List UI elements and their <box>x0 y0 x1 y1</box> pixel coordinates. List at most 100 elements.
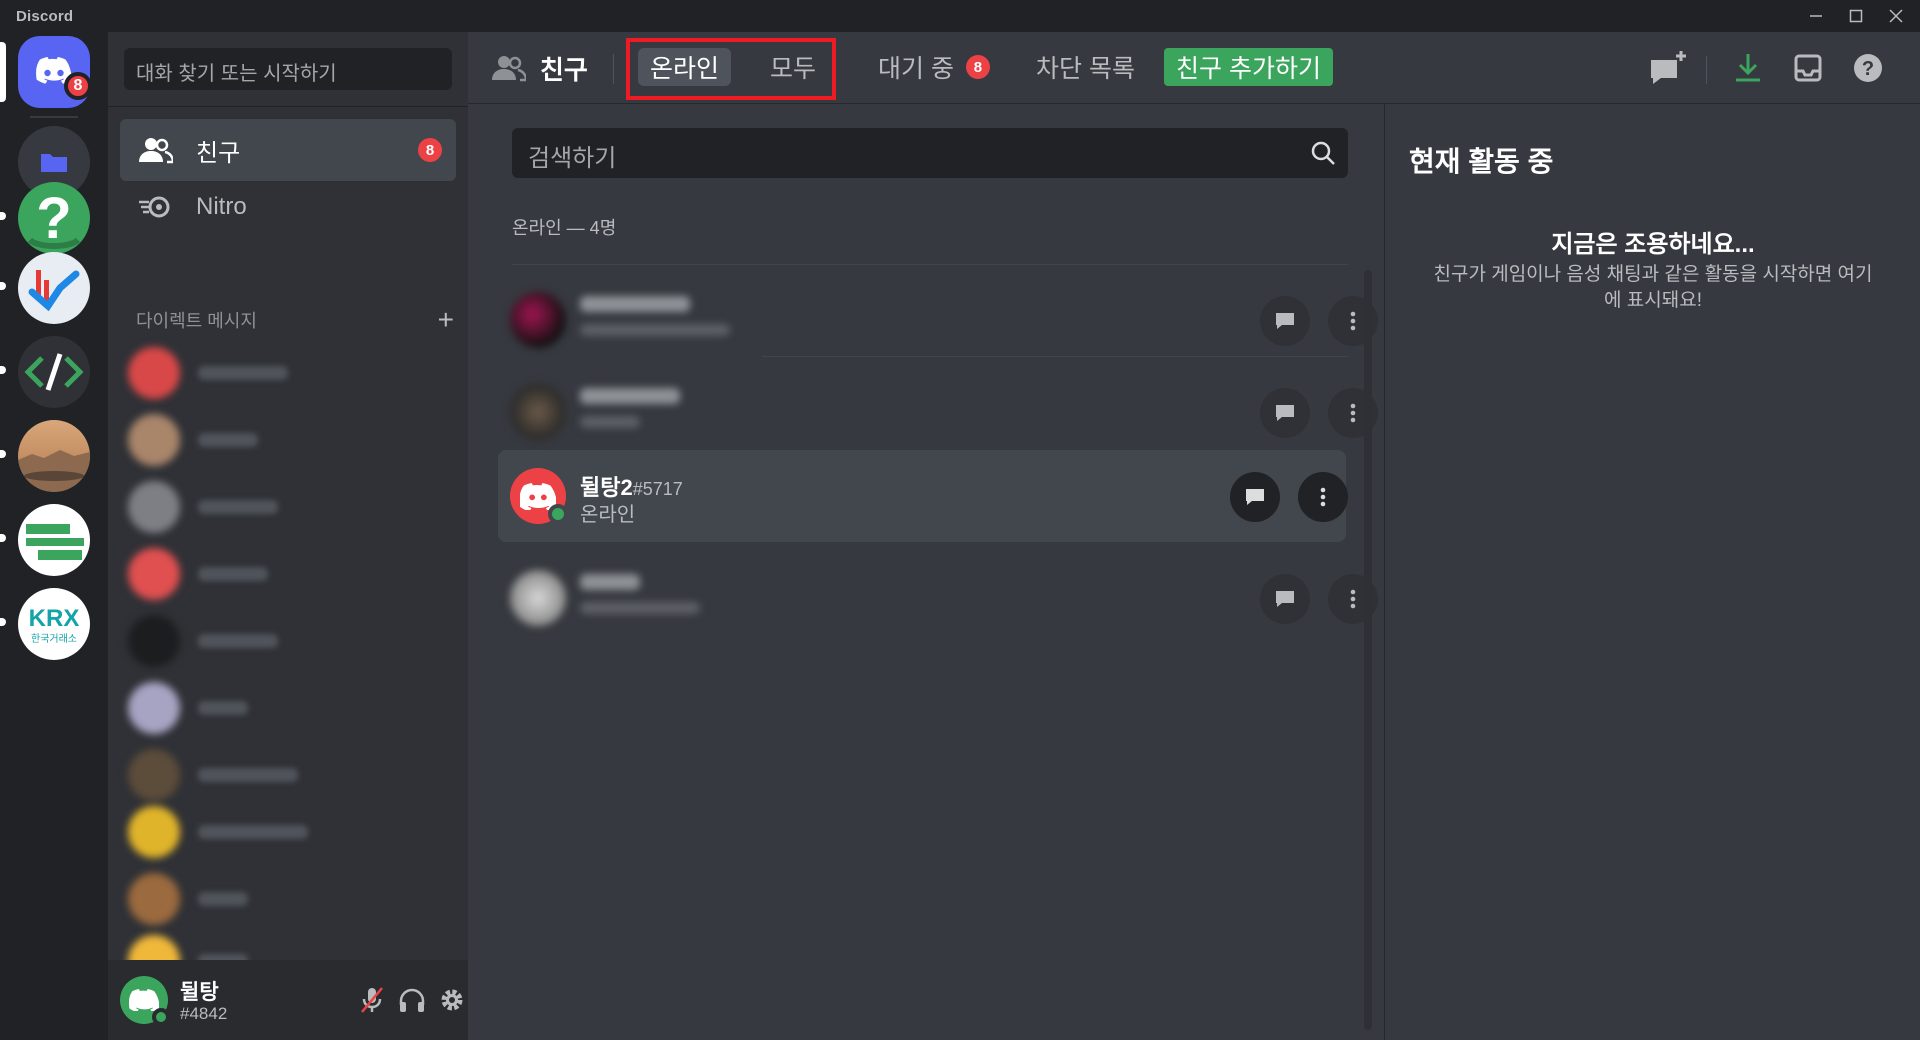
avatar <box>128 873 180 925</box>
more-options-icon[interactable] <box>1298 472 1348 522</box>
app-title: Discord <box>16 8 74 25</box>
dm-item[interactable] <box>128 870 448 928</box>
friend-username: 뒬탕2 <box>580 475 633 500</box>
dm-section-header: 다이렉트 메시지 + <box>136 304 454 336</box>
rail-divider <box>30 116 78 118</box>
server-rail: 8 ? KRX 한국거래소 <box>0 32 108 1040</box>
settings-gear-icon[interactable] <box>434 982 470 1018</box>
close-icon[interactable] <box>1884 6 1908 26</box>
active-now-panel: 현재 활동 중 지금은 조용하네요... 친구가 게임이나 음성 채팅과 같은 … <box>1384 104 1920 1040</box>
new-group-dm-icon[interactable] <box>1648 48 1688 88</box>
empty-state-title: 지금은 조용하네요... <box>1551 231 1755 258</box>
question-icon: ? <box>27 186 81 251</box>
help-icon[interactable]: ? <box>1848 48 1888 88</box>
message-icon[interactable] <box>1260 574 1310 624</box>
mute-mic-icon[interactable] <box>354 982 390 1018</box>
sidebar-item-label: Nitro <box>196 193 247 220</box>
tab-pending[interactable]: 대기 중 8 <box>866 48 1002 86</box>
dm-item[interactable] <box>128 679 448 737</box>
unread-indicator <box>0 282 6 290</box>
avatar <box>128 414 180 466</box>
search-placeholder: 검색하기 <box>528 145 617 172</box>
add-dm-icon[interactable]: + <box>438 304 454 336</box>
code-icon <box>24 353 84 391</box>
friends-header: 친구 온라인 모두 대기 중 8 차단 목록 친구 추가하기 ? <box>468 32 1920 104</box>
username: 뒬탕 <box>180 981 219 1004</box>
unread-indicator <box>0 534 6 542</box>
friend-status-redacted <box>580 324 730 336</box>
channel-sidebar: 대화 찾기 또는 시작하기 친구 8 Nitro 다이렉트 메시지 + <box>108 32 468 1040</box>
friends-title: 친구 <box>492 50 588 87</box>
friends-icon <box>492 54 528 84</box>
avatar <box>128 548 180 600</box>
user-tag: #4842 <box>180 1004 228 1023</box>
message-icon[interactable] <box>1260 296 1310 346</box>
server-help[interactable]: ? <box>18 182 90 254</box>
dm-header-label: 다이렉트 메시지 <box>136 311 257 331</box>
download-icon[interactable] <box>1728 48 1768 88</box>
inbox-icon[interactable] <box>1788 48 1828 88</box>
friend-status-redacted <box>580 416 640 428</box>
scrollbar-track[interactable] <box>1364 270 1372 1030</box>
chart-icon <box>28 270 80 312</box>
server-landscape[interactable] <box>18 420 90 492</box>
dm-item[interactable] <box>128 478 448 536</box>
unread-indicator <box>0 450 6 458</box>
header-divider <box>1706 56 1707 84</box>
dm-name-redacted <box>198 366 288 380</box>
minimize-icon[interactable] <box>1804 6 1828 26</box>
sidebar-item-nitro[interactable]: Nitro <box>120 176 456 238</box>
friend-row[interactable]: 뒬탕2#5717 온라인 <box>498 450 1348 542</box>
dm-item[interactable] <box>128 612 448 670</box>
conversation-search[interactable]: 대화 찾기 또는 시작하기 <box>124 48 452 90</box>
bars-icon <box>26 524 84 560</box>
friend-row[interactable] <box>498 274 1378 366</box>
tab-blocked[interactable]: 차단 목록 <box>1024 48 1147 86</box>
dm-item[interactable] <box>128 803 448 861</box>
highlight-box <box>626 38 836 100</box>
friend-name-redacted <box>580 574 640 590</box>
dm-name-redacted <box>198 634 278 648</box>
server-stocks[interactable] <box>18 252 90 324</box>
home-badge: 8 <box>64 72 92 100</box>
friend-name-redacted <box>580 388 680 404</box>
friend-row[interactable] <box>498 552 1378 644</box>
avatar <box>510 570 566 626</box>
friend-row[interactable] <box>498 366 1378 458</box>
dm-name-redacted <box>198 768 298 782</box>
message-icon[interactable] <box>1230 472 1280 522</box>
server-green-bars[interactable] <box>18 504 90 576</box>
dm-item[interactable] <box>128 545 448 603</box>
friend-status-text: 온라인 <box>580 504 636 526</box>
avatar <box>128 749 180 801</box>
friends-search-input[interactable]: 검색하기 <box>512 128 1348 178</box>
dm-name-redacted <box>198 892 248 906</box>
dm-item[interactable] <box>128 746 448 804</box>
svg-text:?: ? <box>1862 58 1874 80</box>
online-status-dot <box>152 1008 170 1026</box>
unread-indicator <box>0 212 6 220</box>
tab-label: 대기 중 <box>878 55 954 83</box>
dm-item[interactable] <box>128 411 448 469</box>
headphones-icon[interactable] <box>394 982 430 1018</box>
friends-icon <box>138 135 174 165</box>
dm-item[interactable] <box>128 344 448 402</box>
friend-name-redacted <box>580 296 690 312</box>
message-icon[interactable] <box>1260 388 1310 438</box>
server-krx[interactable]: KRX 한국거래소 <box>18 588 90 660</box>
list-divider <box>512 264 1348 265</box>
sidebar-item-friends[interactable]: 친구 8 <box>120 119 456 181</box>
avatar <box>510 384 566 440</box>
add-friend-button[interactable]: 친구 추가하기 <box>1164 48 1333 86</box>
main-content: 친구 온라인 모두 대기 중 8 차단 목록 친구 추가하기 ? 검색하기 온라 <box>468 32 1920 1040</box>
maximize-icon[interactable] <box>1844 6 1868 26</box>
unread-indicator <box>0 366 6 374</box>
dm-name-redacted <box>198 825 308 839</box>
avatar <box>128 347 180 399</box>
friend-tag: #5717 <box>632 479 683 499</box>
friend-status-redacted <box>580 602 700 614</box>
server-code[interactable] <box>18 336 90 408</box>
svg-text:?: ? <box>36 186 71 251</box>
user-panel: 뒬탕 #4842 <box>108 960 468 1040</box>
search-icon <box>1310 140 1336 173</box>
